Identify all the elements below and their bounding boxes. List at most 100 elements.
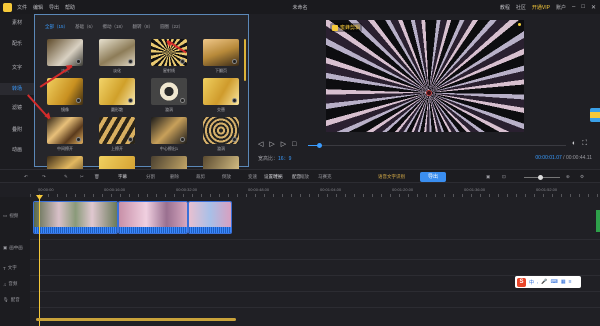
- video-clip[interactable]: [33, 201, 118, 234]
- track-label-audio[interactable]: ♫ 音频: [3, 281, 17, 287]
- download-icon[interactable]: [232, 59, 237, 64]
- trash-icon[interactable]: 🗑: [94, 174, 100, 180]
- screenshot-icon[interactable]: ▣: [486, 174, 490, 180]
- download-icon[interactable]: [180, 98, 185, 103]
- zoom-in-icon[interactable]: ⊕: [566, 174, 570, 180]
- redo-icon[interactable]: ↷: [42, 174, 46, 180]
- transition-item[interactable]: 漩涡: [151, 78, 187, 113]
- download-icon[interactable]: [128, 98, 133, 103]
- play-icon[interactable]: ▷: [269, 140, 274, 148]
- minimize-icon[interactable]: –: [572, 4, 575, 10]
- pen-icon[interactable]: ✎: [64, 174, 68, 180]
- edit-toolbar: ↶ ↷ ✎ ✂ 🗑 字幕 分割 删除 裁剪 倒放 变速 定格 缩放 设置时长 配…: [0, 169, 600, 183]
- track-label-video[interactable]: ▭ 视频: [3, 213, 18, 219]
- track-label-pip[interactable]: ▣ 画中画: [3, 245, 23, 251]
- speech-to-text-button[interactable]: 语音文字识别: [378, 174, 405, 180]
- delete-button[interactable]: 删除: [170, 174, 179, 180]
- vip-button[interactable]: 开通VIP: [532, 4, 550, 11]
- subtitle-button[interactable]: 字幕: [118, 174, 127, 180]
- menu-edit[interactable]: 编辑: [33, 4, 43, 11]
- download-icon[interactable]: [128, 137, 133, 142]
- panel-scrollbar[interactable]: [244, 39, 246, 81]
- transition-item[interactable]: 中间擦开: [47, 117, 83, 152]
- ime-toolbar[interactable]: S 中 , 🎤 ⌨ ▦ ≡: [515, 276, 581, 288]
- nav-transition[interactable]: 转场: [0, 83, 34, 95]
- nav-overlay[interactable]: 叠附: [0, 124, 34, 136]
- tab-flip[interactable]: 翻转（8）: [133, 24, 154, 30]
- ime-mic-icon[interactable]: 🎤: [541, 279, 547, 285]
- crop-button[interactable]: 裁剪: [196, 174, 205, 180]
- aspect-ratio[interactable]: 宽高比：16：9: [258, 155, 291, 162]
- video-clip[interactable]: [188, 201, 232, 234]
- stop-icon[interactable]: □: [292, 141, 296, 148]
- ime-keyboard-icon[interactable]: ⌨: [551, 279, 558, 285]
- nav-animation[interactable]: 动画: [0, 144, 34, 156]
- download-icon[interactable]: [76, 137, 81, 142]
- download-icon[interactable]: [76, 98, 81, 103]
- dubbing-button[interactable]: 配音: [292, 174, 301, 180]
- video-clip[interactable]: [118, 201, 188, 234]
- tab-all[interactable]: 全部（15）: [45, 24, 68, 30]
- nav-music[interactable]: 配乐: [0, 38, 34, 50]
- playback-progress-handle[interactable]: [317, 143, 322, 148]
- clip-thumbnail: [119, 202, 187, 228]
- tab-basic[interactable]: 基础（6）: [75, 24, 96, 30]
- download-icon[interactable]: [180, 137, 185, 142]
- transition-item[interactable]: 圆形散: [99, 78, 135, 113]
- transition-item[interactable]: 上擦开: [99, 117, 135, 152]
- close-icon[interactable]: ✕: [591, 4, 596, 11]
- account-link[interactable]: 账户: [556, 4, 566, 11]
- maximize-icon[interactable]: □: [581, 4, 585, 10]
- zoom-button[interactable]: 缩放: [300, 174, 309, 180]
- reverse-button[interactable]: 倒放: [222, 174, 231, 180]
- transition-item[interactable]: 下翻页: [203, 39, 239, 74]
- timeline-zoom-handle[interactable]: [538, 175, 543, 180]
- menu-file[interactable]: 文件: [17, 4, 27, 11]
- nav-media[interactable]: 素材: [0, 17, 34, 29]
- ime-skin-icon[interactable]: ▦: [561, 279, 566, 285]
- ime-mode[interactable]: 中: [529, 279, 534, 286]
- mosaic-button[interactable]: 马赛克: [318, 174, 332, 180]
- timeline-tracks[interactable]: [30, 195, 600, 326]
- cut-icon[interactable]: ✂: [80, 174, 84, 180]
- ime-punct-icon[interactable]: ,: [537, 279, 538, 285]
- download-icon[interactable]: [76, 59, 81, 64]
- playhead[interactable]: [39, 197, 40, 326]
- menu-help[interactable]: 帮助: [65, 4, 75, 11]
- tab-wipe[interactable]: 擦动（18）: [103, 24, 126, 30]
- volume-icon[interactable]: ◐: [572, 140, 576, 148]
- export-button[interactable]: 导出: [420, 172, 446, 182]
- nav-filter[interactable]: 滤镜: [0, 102, 34, 114]
- download-icon[interactable]: [232, 137, 237, 142]
- undo-icon[interactable]: ↶: [24, 174, 28, 180]
- tab-circle[interactable]: 圆圈（22）: [160, 24, 183, 30]
- next-frame-icon[interactable]: ▷: [281, 140, 286, 148]
- nav-text[interactable]: 文字: [0, 62, 34, 74]
- tutorial-link[interactable]: 教程: [500, 4, 510, 11]
- split-button[interactable]: 分割: [146, 174, 155, 180]
- timeline-scrollbar[interactable]: [36, 318, 236, 321]
- transition-item[interactable]: 中心擦出1: [151, 117, 187, 152]
- download-icon[interactable]: [128, 59, 133, 64]
- fullscreen-icon[interactable]: ⛶: [582, 140, 587, 148]
- download-icon[interactable]: [232, 98, 237, 103]
- menu-export[interactable]: 导出: [49, 4, 59, 11]
- download-icon[interactable]: [180, 59, 185, 64]
- video-preview[interactable]: 蜜蜂剪辑: [326, 20, 524, 132]
- fit-icon[interactable]: ⊡: [502, 174, 506, 180]
- ime-menu-icon[interactable]: ≡: [569, 279, 572, 285]
- community-link[interactable]: 社区: [516, 4, 526, 11]
- prev-frame-icon[interactable]: ◁: [258, 140, 263, 148]
- set-duration-button[interactable]: 设置时长: [264, 174, 282, 180]
- playback-progress-track[interactable]: [308, 145, 566, 146]
- playhead-handle[interactable]: [36, 195, 43, 200]
- track-label-text[interactable]: T 文字: [3, 265, 17, 271]
- speed-button[interactable]: 变速: [248, 174, 257, 180]
- transition-item[interactable]: 镜像: [47, 78, 83, 113]
- transition-item[interactable]: 漩涡: [203, 117, 239, 152]
- timeline-ruler[interactable]: 00:00:00 00:00:16.00 00:00:32.00 00:00:4…: [30, 183, 600, 197]
- track-label-dubbing[interactable]: 🎙 配音: [3, 297, 20, 303]
- transition-item[interactable]: 交替: [203, 78, 239, 113]
- settings-icon[interactable]: ⚙: [580, 174, 584, 180]
- transition-item[interactable]: 淡化: [99, 39, 135, 74]
